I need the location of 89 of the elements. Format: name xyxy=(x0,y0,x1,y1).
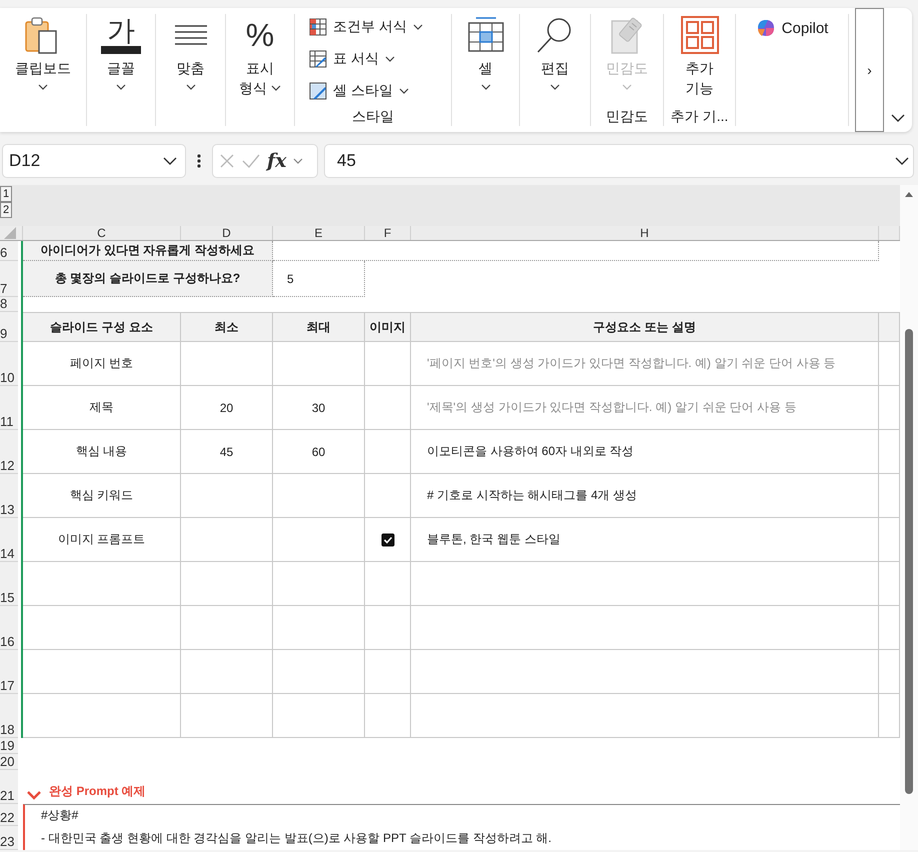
collapse-ribbon-icon[interactable] xyxy=(891,114,905,122)
insert-function-button[interactable]: fx xyxy=(267,150,287,172)
table-cell: 60 xyxy=(273,430,365,474)
column-header[interactable]: H xyxy=(411,226,879,240)
style-menu-button[interactable]: 셀 스타일 xyxy=(309,78,409,104)
row-header[interactable]: 6 xyxy=(0,241,18,261)
row-header[interactable]: 8 xyxy=(0,297,18,312)
row-header[interactable]: 10 xyxy=(0,342,18,386)
enter-check-icon[interactable] xyxy=(241,153,261,169)
table-brush-icon xyxy=(309,50,327,68)
row-header[interactable]: 9 xyxy=(0,312,18,342)
row-header[interactable]: 23 xyxy=(0,826,18,850)
row-header[interactable]: 11 xyxy=(0,386,18,430)
checkbox[interactable] xyxy=(380,532,394,546)
table-cell: 페이지 번호 xyxy=(23,342,181,386)
column-heading: 구성요소 또는 설명 xyxy=(411,312,879,342)
chevron-down-icon[interactable] xyxy=(163,157,177,165)
table-cell: 30 xyxy=(273,386,365,430)
table-cell: 20 xyxy=(181,386,273,430)
font-icon: 가 xyxy=(107,16,135,46)
row-header[interactable]: 7 xyxy=(0,261,18,297)
number-format-icon: % xyxy=(246,16,274,54)
grid-squares-icon xyxy=(680,15,720,55)
row-header[interactable]: 12 xyxy=(0,430,18,474)
column-heading: 이미지 xyxy=(365,312,411,342)
ribbon-button[interactable]: 클립보드 xyxy=(11,14,75,90)
chevron-down-icon xyxy=(27,791,41,800)
caret-icon xyxy=(398,88,409,94)
group-title: 추가 기... xyxy=(670,108,728,126)
table-cell: '페이지 번호'의 생성 가이드가 있다면 작성합니다. 예) 알기 쉬운 단어 사용 등 xyxy=(411,342,879,386)
copilot-icon xyxy=(756,18,776,38)
row-header[interactable]: 19 xyxy=(0,738,18,754)
question-cell: 아이디어가 있다면 자유롭게 작성하세요 xyxy=(23,241,273,261)
row-header[interactable]: 22 xyxy=(0,804,18,826)
column-header[interactable]: F xyxy=(365,226,411,240)
column-header[interactable]: D xyxy=(181,226,273,240)
column-header[interactable]: C xyxy=(23,226,181,240)
row-header[interactable]: 13 xyxy=(0,474,18,518)
group-title: 스타일 xyxy=(352,108,394,126)
name-box[interactable]: D12 xyxy=(2,144,186,178)
style-menu-button[interactable]: 조건부 서식 xyxy=(309,14,423,40)
table-cell: '제목'의 생성 가이드가 있다면 작성합니다. 예) 알기 쉬운 단어 사용 등 xyxy=(411,386,879,430)
column-header[interactable]: E xyxy=(273,226,365,240)
row-header[interactable]: 20 xyxy=(0,754,18,770)
color-bar xyxy=(101,46,141,54)
ribbon-scroll-button[interactable]: › xyxy=(855,8,884,132)
conditional-format-icon xyxy=(309,18,327,36)
row-header[interactable]: 16 xyxy=(0,606,18,650)
table-cell: 이미지 프롬프트 xyxy=(23,518,181,562)
ribbon-button[interactable]: % 표시 형식 xyxy=(235,14,285,98)
table-cell: 핵심 내용 xyxy=(23,430,181,474)
caret-icon[interactable] xyxy=(292,158,303,164)
table-cell: 45 xyxy=(181,430,273,474)
ribbon-button[interactable]: 맞춤 xyxy=(166,14,214,90)
column-heading: 최대 xyxy=(273,312,365,342)
caret-icon xyxy=(384,56,395,62)
table-cell: 블루톤, 한국 웹툰 스타일 xyxy=(411,518,879,562)
group-title: 민감도 xyxy=(606,108,648,126)
scroll-up-icon[interactable] xyxy=(904,191,914,197)
outline-level-button[interactable]: 1 xyxy=(0,186,12,202)
question-cell: 총 몇장의 슬라이드로 구성하나요? xyxy=(23,261,273,297)
answer-cell: 5 xyxy=(273,261,365,297)
outline-level-button[interactable]: 2 xyxy=(0,202,12,218)
section-title: 완성 Prompt 예제 xyxy=(49,783,146,800)
copilot-button[interactable]: Copilot xyxy=(756,18,828,38)
row-header[interactable]: 18 xyxy=(0,694,18,738)
formula-input[interactable]: 45 xyxy=(324,144,914,178)
table-cell: 이모티콘을 사용하여 60자 내외로 작성 xyxy=(411,430,879,474)
column-heading: 슬라이드 구성 요소 xyxy=(23,312,181,342)
row-header[interactable]: 14 xyxy=(0,518,18,562)
table-cell: 제목 xyxy=(23,386,181,430)
ribbon-button[interactable]: 추가 기능 xyxy=(676,14,724,98)
row-header[interactable]: 21 xyxy=(0,770,18,804)
table-cell: # 기호로 시작하는 해시태그를 4개 생성 xyxy=(411,474,879,518)
column-heading: 최소 xyxy=(181,312,273,342)
ribbon-button[interactable]: 가 글꼴 xyxy=(97,14,145,90)
more-options-icon[interactable] xyxy=(196,153,202,169)
style-menu-button[interactable]: 표 서식 xyxy=(309,46,395,72)
row-header[interactable]: 17 xyxy=(0,650,18,694)
table-cell: 핵심 키워드 xyxy=(23,474,181,518)
cell-brush-icon xyxy=(309,82,327,100)
section-toggle[interactable] xyxy=(27,791,41,800)
caret-icon xyxy=(412,24,423,30)
ribbon-button[interactable]: 편집 xyxy=(531,14,579,90)
table-grid-icon xyxy=(466,15,506,55)
scrollbar-thumb[interactable] xyxy=(905,329,913,794)
expand-formula-icon[interactable] xyxy=(895,157,909,165)
row-header[interactable]: 15 xyxy=(0,562,18,606)
ribbon-button[interactable]: 셀 xyxy=(462,14,510,90)
